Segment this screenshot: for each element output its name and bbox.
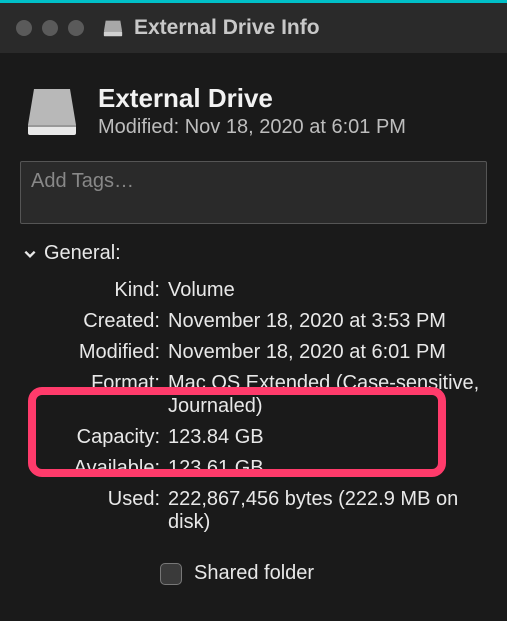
drive-icon [24, 83, 80, 139]
drive-modified: Modified: Nov 18, 2020 at 6:01 PM [98, 116, 406, 139]
created-label: Created: [30, 310, 160, 333]
close-button[interactable] [16, 20, 32, 36]
drive-icon-small [102, 17, 124, 39]
shared-folder-row: Shared folder [160, 562, 487, 585]
kind-label: Kind: [30, 279, 160, 302]
format-value: Mac OS Extended (Case-sensitive, Journal… [168, 372, 487, 418]
minimize-button[interactable] [42, 20, 58, 36]
available-value: 123.61 GB [168, 457, 487, 480]
shared-folder-label: Shared folder [194, 562, 314, 585]
capacity-label: Capacity: [30, 426, 160, 449]
available-label: Available: [30, 457, 160, 480]
created-value: November 18, 2020 at 3:53 PM [168, 310, 487, 333]
drive-header: External Drive Modified: Nov 18, 2020 at… [20, 71, 487, 157]
capacity-value: 123.84 GB [168, 426, 487, 449]
general-label: General: [44, 242, 121, 265]
modified-value: November 18, 2020 at 6:01 PM [168, 341, 487, 364]
drive-name: External Drive [98, 83, 406, 114]
format-label: Format: [30, 372, 160, 418]
used-value: 222,867,456 bytes (222.9 MB on disk) [168, 488, 487, 534]
shared-folder-checkbox[interactable] [160, 563, 182, 585]
window-controls [16, 20, 84, 36]
general-section-toggle[interactable]: General: [22, 242, 487, 265]
window-title: External Drive Info [134, 16, 320, 40]
modified-label: Modified: [30, 341, 160, 364]
zoom-button[interactable] [68, 20, 84, 36]
general-info: Kind: Volume Created: November 18, 2020 … [20, 279, 487, 534]
content-area: External Drive Modified: Nov 18, 2020 at… [0, 53, 507, 585]
kind-value: Volume [168, 279, 487, 302]
tags-input[interactable]: Add Tags… [20, 161, 487, 224]
titlebar: External Drive Info [0, 3, 507, 53]
used-label: Used: [30, 488, 160, 534]
chevron-down-icon [22, 246, 38, 262]
